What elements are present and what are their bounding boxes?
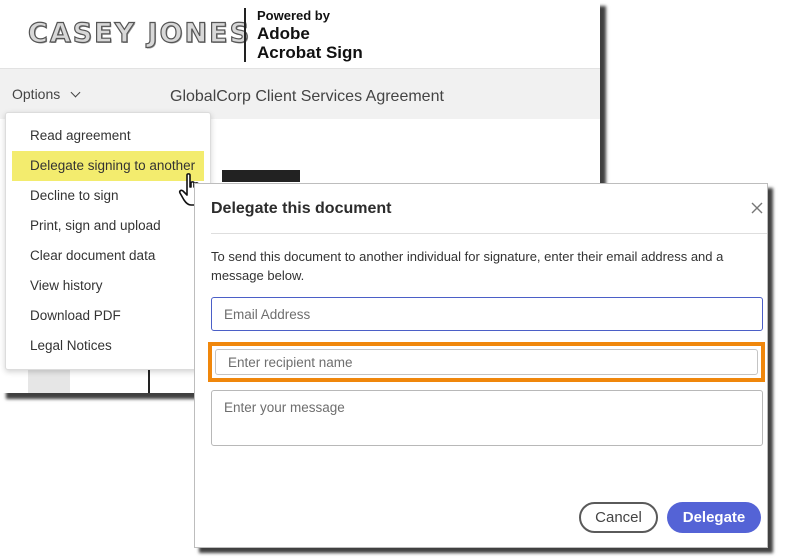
menu-item-view-history[interactable]: View history: [12, 271, 204, 301]
email-address-field[interactable]: [211, 297, 763, 331]
close-icon[interactable]: [749, 200, 765, 216]
recipient-name-callout: [208, 342, 765, 382]
options-menu-button[interactable]: Options: [12, 86, 81, 102]
delegate-button[interactable]: Delegate: [667, 502, 761, 533]
brand-divider: [244, 8, 246, 62]
delegate-dialog: Delegate this document To send this docu…: [194, 183, 768, 548]
adobe-acrobat-sign-wordmark: Adobe Acrobat Sign: [257, 24, 363, 62]
message-field[interactable]: [211, 390, 763, 446]
brand-header: CASEY JONES Powered by Adobe Acrobat Sig…: [0, 0, 600, 68]
dialog-instructions: To send this document to another individ…: [211, 249, 724, 283]
powered-by-text: Powered by: [257, 8, 330, 23]
menu-item-download-pdf[interactable]: Download PDF: [12, 301, 204, 331]
company-logo: CASEY JONES: [27, 17, 252, 49]
chevron-down-icon: [70, 87, 81, 98]
menu-item-print-sign-upload[interactable]: Print, sign and upload: [12, 211, 204, 241]
menu-item-decline-to-sign[interactable]: Decline to sign: [12, 181, 204, 211]
acrobat-sign-text: Acrobat Sign: [257, 43, 363, 62]
options-dropdown-menu: Read agreement Delegate signing to anoth…: [5, 112, 211, 370]
adobe-text: Adobe: [257, 24, 310, 43]
cancel-button[interactable]: Cancel: [579, 502, 658, 533]
recipient-name-field[interactable]: [215, 349, 758, 375]
document-title: GlobalCorp Client Services Agreement: [170, 88, 444, 105]
dialog-title: Delegate this document: [211, 200, 392, 217]
menu-item-legal-notices[interactable]: Legal Notices: [12, 331, 204, 361]
menu-item-read-agreement[interactable]: Read agreement: [12, 121, 204, 151]
options-label: Options: [12, 86, 61, 102]
dialog-divider: [211, 233, 767, 234]
document-content-fragment: [222, 170, 300, 182]
menu-item-delegate-signing[interactable]: Delegate signing to another: [12, 151, 204, 181]
menu-item-clear-document-data[interactable]: Clear document data: [12, 241, 204, 271]
